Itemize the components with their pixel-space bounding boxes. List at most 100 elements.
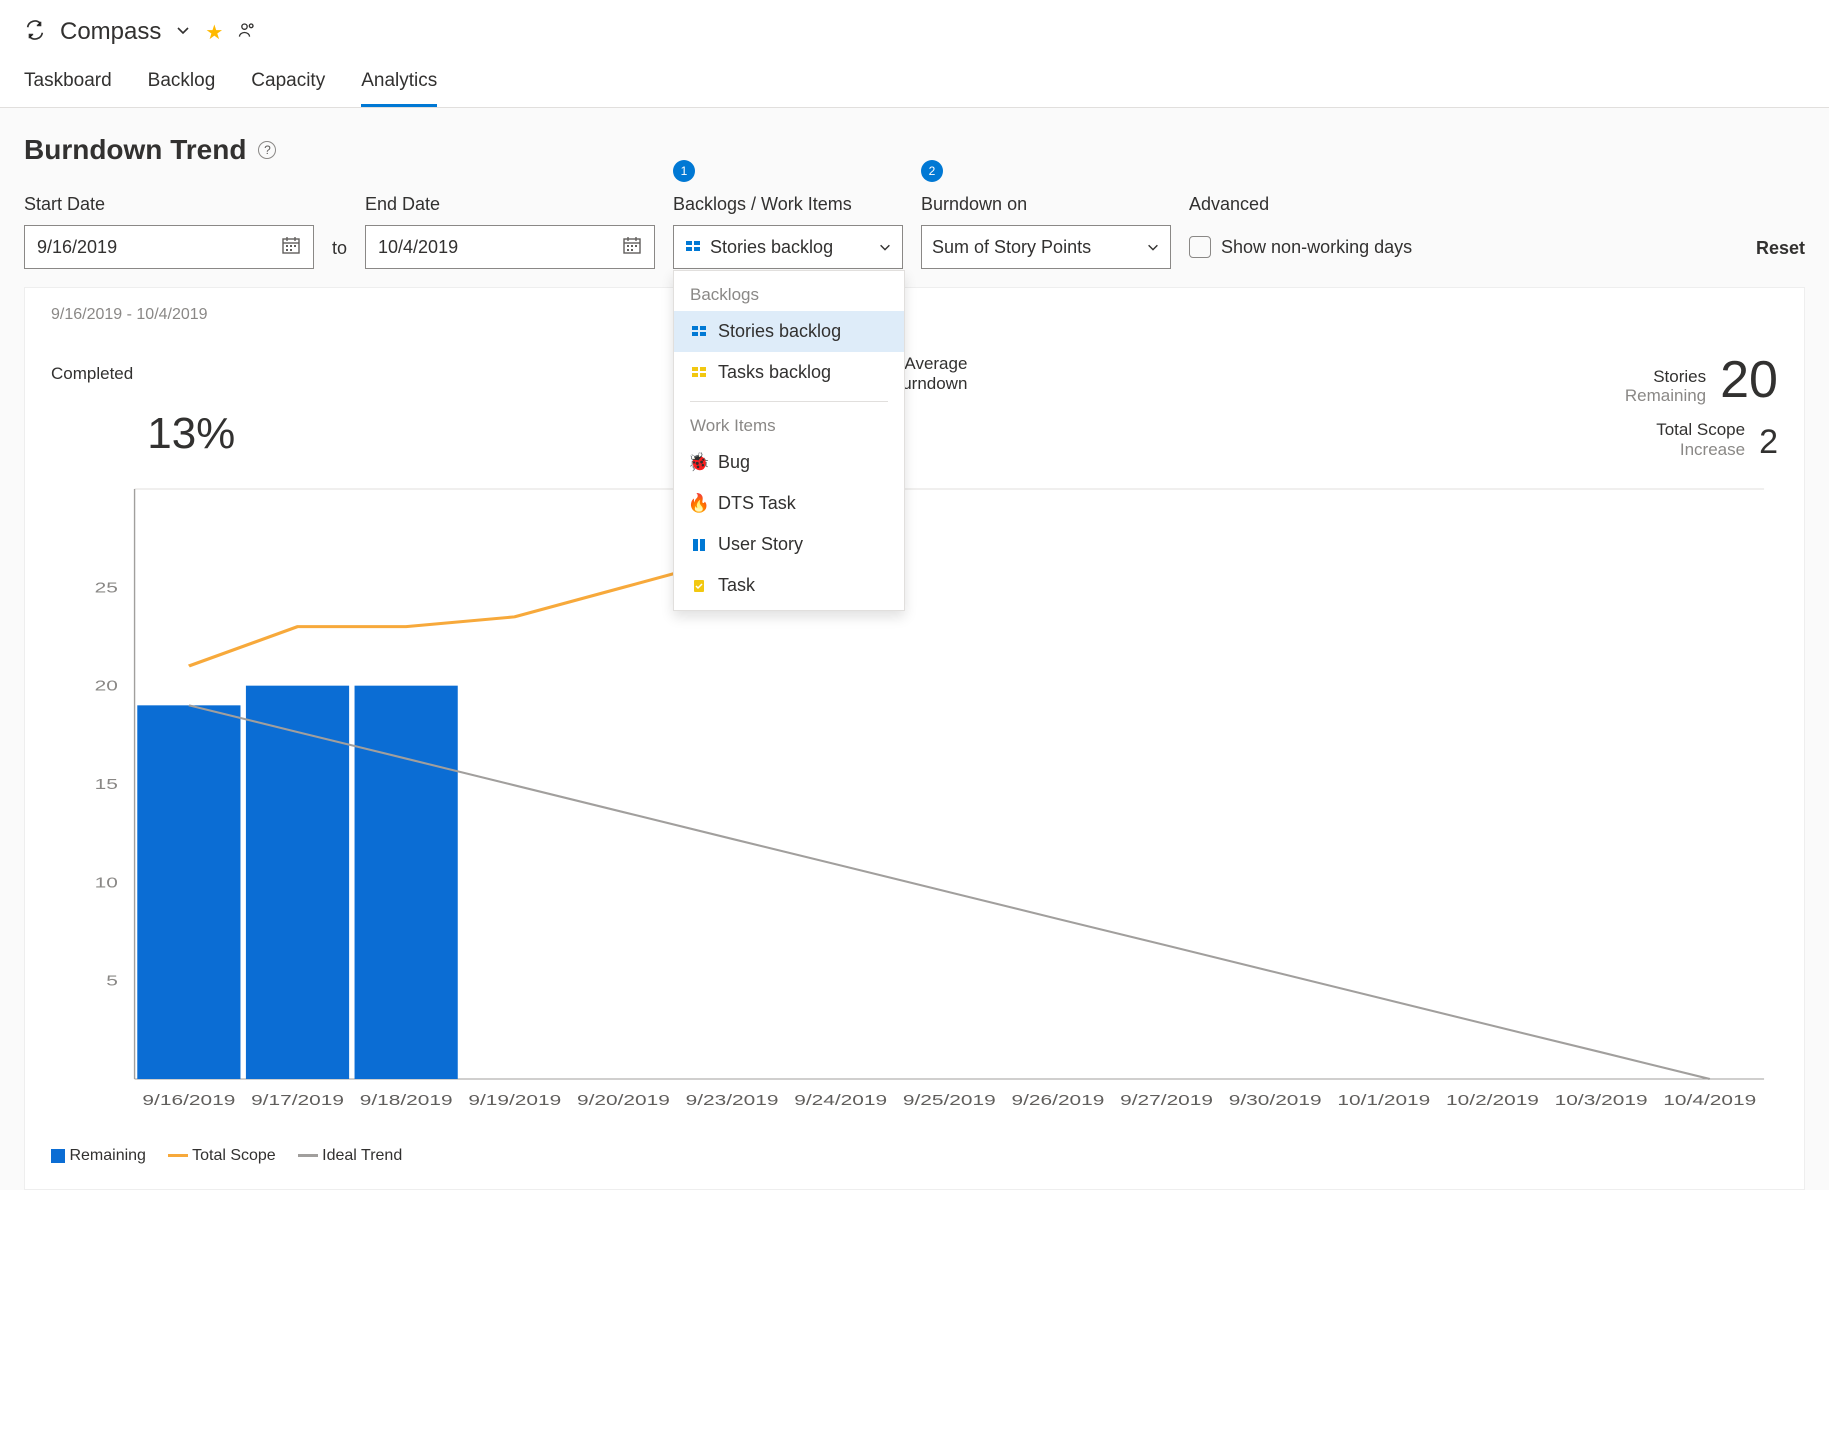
stories-remaining-value: 20 bbox=[1720, 354, 1778, 406]
legend-total-scope: Total Scope bbox=[168, 1147, 276, 1165]
reset-button[interactable]: Reset bbox=[1756, 238, 1805, 269]
dd-item-label: Task bbox=[718, 575, 755, 596]
burndown-on-field: 2 Burndown on Sum of Story Points bbox=[921, 194, 1171, 269]
backlog-icon bbox=[684, 239, 702, 255]
dd-separator bbox=[690, 401, 888, 402]
svg-text:9/30/2019: 9/30/2019 bbox=[1229, 1092, 1322, 1108]
svg-text:10/3/2019: 10/3/2019 bbox=[1555, 1092, 1648, 1108]
dd-item-user-story[interactable]: User Story bbox=[674, 524, 904, 565]
svg-text:5: 5 bbox=[106, 973, 118, 989]
filter-row: Start Date 9/16/2019 to End Date 10/4/20… bbox=[24, 194, 1805, 269]
start-date-value: 9/16/2019 bbox=[37, 237, 117, 258]
stories-remaining-label: Stories Remaining bbox=[1625, 367, 1706, 406]
dd-item-label: Stories backlog bbox=[718, 321, 841, 342]
dd-item-task[interactable]: Task bbox=[674, 565, 904, 606]
flame-icon: 🔥 bbox=[690, 493, 708, 514]
backlogs-value: Stories backlog bbox=[710, 237, 833, 258]
legend-remaining: Remaining bbox=[51, 1147, 146, 1165]
backlog-icon bbox=[690, 324, 708, 340]
dd-item-label: DTS Task bbox=[718, 493, 796, 514]
dd-item-label: User Story bbox=[718, 534, 803, 555]
chart-legend: Remaining Total Scope Ideal Trend bbox=[51, 1147, 1778, 1165]
svg-text:9/27/2019: 9/27/2019 bbox=[1120, 1092, 1213, 1108]
to-label: to bbox=[332, 238, 347, 269]
burndown-card: 9/16/2019 - 10/4/2019 Completed 13% Aver… bbox=[24, 287, 1805, 1190]
svg-text:9/26/2019: 9/26/2019 bbox=[1012, 1092, 1105, 1108]
svg-text:10/1/2019: 10/1/2019 bbox=[1337, 1092, 1430, 1108]
burndown-on-label: Burndown on bbox=[921, 194, 1171, 215]
svg-text:9/16/2019: 9/16/2019 bbox=[142, 1092, 235, 1108]
svg-text:9/24/2019: 9/24/2019 bbox=[794, 1092, 887, 1108]
tab-bar: Taskboard Backlog Capacity Analytics bbox=[0, 56, 1829, 108]
favorite-star-icon[interactable]: ★ bbox=[205, 20, 223, 45]
book-icon bbox=[690, 538, 708, 552]
start-date-field: Start Date 9/16/2019 bbox=[24, 194, 314, 269]
chevron-down-icon bbox=[1146, 240, 1160, 254]
tab-backlog[interactable]: Backlog bbox=[148, 56, 216, 107]
backlog-icon bbox=[690, 365, 708, 381]
burndown-on-select[interactable]: Sum of Story Points bbox=[921, 225, 1171, 269]
summary-row: Completed 13% Averageburndown Stories Re… bbox=[51, 354, 1778, 459]
page-title: Burndown Trend bbox=[24, 134, 246, 166]
svg-text:10/4/2019: 10/4/2019 bbox=[1663, 1092, 1756, 1108]
calendar-icon bbox=[622, 235, 642, 260]
svg-text:15: 15 bbox=[95, 776, 118, 792]
svg-text:20: 20 bbox=[95, 678, 118, 694]
end-date-field: End Date 10/4/2019 bbox=[365, 194, 655, 269]
dd-item-stories-backlog[interactable]: Stories backlog bbox=[674, 311, 904, 352]
chevron-down-icon bbox=[878, 240, 892, 254]
advanced-field: Advanced Show non-working days bbox=[1189, 194, 1412, 269]
project-header: Compass ★ bbox=[0, 0, 1829, 56]
end-date-value: 10/4/2019 bbox=[378, 237, 458, 258]
dd-item-dts-task[interactable]: 🔥 DTS Task bbox=[674, 483, 904, 524]
svg-text:9/19/2019: 9/19/2019 bbox=[468, 1092, 561, 1108]
start-date-input[interactable]: 9/16/2019 bbox=[24, 225, 314, 269]
scope-increase-label: Total Scope Increase bbox=[1656, 420, 1745, 459]
burndown-chart: 5 10 15 20 25 9/16/2019 9/17/2019 9/18/2019 9/19… bbox=[51, 469, 1778, 1129]
backlogs-label: Backlogs / Work Items bbox=[673, 194, 903, 215]
burndown-on-value: Sum of Story Points bbox=[932, 237, 1091, 258]
backlogs-select[interactable]: Stories backlog bbox=[673, 225, 903, 269]
legend-ideal: Ideal Trend bbox=[298, 1147, 403, 1165]
completed-value: 13% bbox=[147, 409, 235, 459]
backlogs-dropdown: Backlogs Stories backlog Tasks backlog W… bbox=[673, 270, 905, 611]
svg-text:9/20/2019: 9/20/2019 bbox=[577, 1092, 670, 1108]
people-icon[interactable] bbox=[237, 20, 257, 45]
end-date-label: End Date bbox=[365, 194, 655, 215]
project-name[interactable]: Compass bbox=[60, 18, 161, 46]
dd-item-tasks-backlog[interactable]: Tasks backlog bbox=[674, 352, 904, 393]
step-badge-1: 1 bbox=[673, 160, 695, 182]
scope-increase-value: 2 bbox=[1759, 425, 1778, 459]
show-nonworking-label: Show non-working days bbox=[1221, 237, 1412, 258]
end-date-input[interactable]: 10/4/2019 bbox=[365, 225, 655, 269]
clipboard-icon bbox=[690, 579, 708, 593]
svg-text:9/18/2019: 9/18/2019 bbox=[360, 1092, 453, 1108]
tab-capacity[interactable]: Capacity bbox=[251, 56, 325, 107]
completed-label: Completed bbox=[51, 354, 133, 384]
dd-group-backlogs: Backlogs bbox=[674, 279, 904, 311]
page-body: Burndown Trend ? Start Date 9/16/2019 to… bbox=[0, 108, 1829, 1190]
svg-text:9/25/2019: 9/25/2019 bbox=[903, 1092, 996, 1108]
tab-analytics[interactable]: Analytics bbox=[361, 56, 437, 107]
help-icon[interactable]: ? bbox=[258, 141, 276, 159]
recycle-icon bbox=[24, 19, 46, 46]
dd-item-label: Tasks backlog bbox=[718, 362, 831, 383]
start-date-label: Start Date bbox=[24, 194, 314, 215]
svg-text:25: 25 bbox=[95, 579, 118, 595]
backlogs-field: 1 Backlogs / Work Items Stories backlog … bbox=[673, 194, 903, 269]
range-text: 9/16/2019 - 10/4/2019 bbox=[51, 306, 1778, 324]
svg-text:9/23/2019: 9/23/2019 bbox=[686, 1092, 779, 1108]
svg-text:10/2/2019: 10/2/2019 bbox=[1446, 1092, 1539, 1108]
step-badge-2: 2 bbox=[921, 160, 943, 182]
svg-text:10: 10 bbox=[95, 874, 118, 890]
svg-text:9/17/2019: 9/17/2019 bbox=[251, 1092, 344, 1108]
advanced-label: Advanced bbox=[1189, 194, 1412, 215]
dd-item-label: Bug bbox=[718, 452, 750, 473]
bug-icon: 🐞 bbox=[690, 452, 708, 473]
show-nonworking-checkbox[interactable] bbox=[1189, 236, 1211, 258]
tab-taskboard[interactable]: Taskboard bbox=[24, 56, 112, 107]
dd-item-bug[interactable]: 🐞 Bug bbox=[674, 442, 904, 483]
dd-group-workitems: Work Items bbox=[674, 410, 904, 442]
chevron-down-icon[interactable] bbox=[175, 22, 191, 43]
calendar-icon bbox=[281, 235, 301, 260]
